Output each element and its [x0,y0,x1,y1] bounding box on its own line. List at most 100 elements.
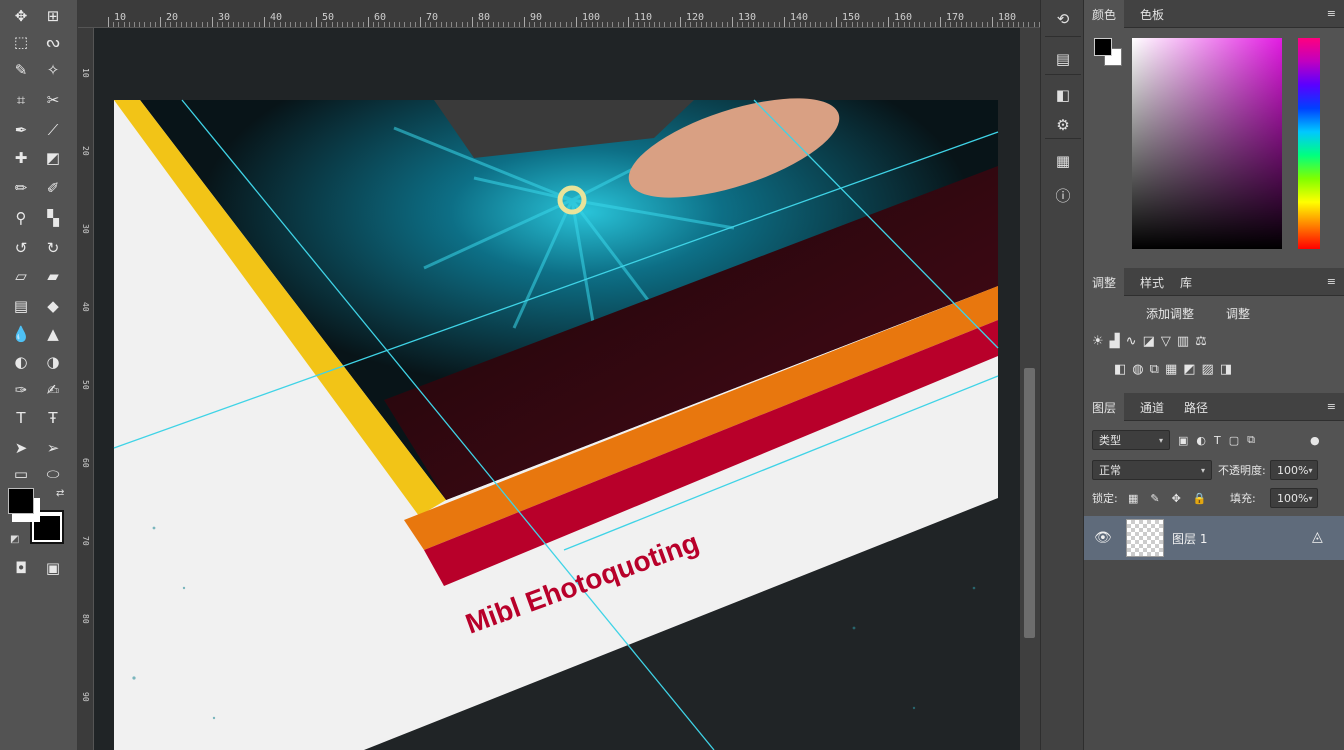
art-history-brush-tool-icon[interactable]: ↻ [38,236,68,260]
history-icon[interactable]: ⟲ [1043,4,1083,34]
filter-toggle-icon[interactable]: ● [1310,430,1320,450]
color-balance-icon[interactable]: ⚖ [1195,334,1207,349]
tab-libraries[interactable]: 库 [1172,268,1200,296]
filter-pixel-icon[interactable]: ▣ [1178,434,1188,447]
hue-slider[interactable] [1298,38,1320,249]
freeform-pen-tool-icon-glyph: ✍ [46,380,60,399]
marquee-tool-icon[interactable]: ⬚ [6,30,36,54]
pattern-stamp-tool-icon[interactable]: ▚ [38,206,68,230]
brush-tool-icon[interactable]: ✏ [6,176,36,200]
burn-tool-icon[interactable]: ◑ [38,350,68,374]
crop-tool-icon[interactable]: ⌗ [6,88,36,112]
layer-thumbnail[interactable] [1126,519,1164,557]
brush-preset-icon[interactable]: ⚙ [1043,110,1083,140]
tab-color[interactable]: 颜色 [1084,0,1125,28]
opacity-field[interactable]: 100% ▾ [1270,460,1318,480]
scrollbar-thumb[interactable] [1024,368,1035,638]
invert-icon[interactable]: ◩ [1183,362,1195,377]
hue-sat-icon[interactable]: ▥ [1177,334,1189,349]
fill-field[interactable]: 100% ▾ [1270,488,1318,508]
layer-name[interactable]: 图层 1 [1172,530,1207,547]
left-ruler[interactable]: 10 20 30 40 50 60 70 80 90 [78,28,94,750]
type-tool-icon[interactable]: T [6,406,36,430]
default-colors-icon[interactable]: ◩ [10,534,19,545]
direct-select-tool-icon[interactable]: ➢ [38,436,68,460]
document-canvas[interactable]: Mibl Ehotoquoting [94,28,1020,750]
blur-tool-icon[interactable]: 💧 [6,322,36,346]
vertical-type-tool-icon[interactable]: Ŧ [38,406,68,430]
quick-mask-icon[interactable]: ◘ [6,556,36,580]
vertical-scrollbar[interactable] [1020,28,1040,750]
eye-icon[interactable]: 👁 [1094,530,1112,546]
foreground-color-icon[interactable] [8,488,34,514]
panel-menu-icon[interactable]: ≡ [1327,7,1336,20]
swap-colors-icon[interactable]: ⇄ [56,488,64,499]
tab-styles[interactable]: 样式 [1132,268,1172,296]
path-select-tool-icon[interactable]: ➤ [6,436,36,460]
move-tool-icon[interactable]: ✥ [6,4,36,28]
pencil-tool-icon[interactable]: ✐ [38,176,68,200]
dodge-tool-icon[interactable]: ◐ [6,350,36,374]
foreground-color-swatch[interactable] [1094,38,1112,56]
filter-adjust-icon[interactable]: ◐ [1196,434,1206,447]
lock-all-icon[interactable]: 🔒 [1193,492,1207,505]
tab-paths[interactable]: 路径 [1176,393,1216,421]
history-brush-tool-icon[interactable]: ↺ [6,236,36,260]
ruler-tick-mark [721,22,723,27]
pen-tool-icon[interactable]: ✑ [6,378,36,402]
slice-tool-icon[interactable]: ✂ [38,88,68,112]
sharpen-tool-icon[interactable]: ▲ [38,322,68,346]
properties-icon[interactable]: ▦ [1043,146,1083,176]
gradient-tool-icon[interactable]: ▤ [6,294,36,318]
actions-icon[interactable]: ▤ [1043,44,1083,74]
healing-brush-tool-icon[interactable]: ✚ [6,146,36,170]
paint-bucket-tool-icon[interactable]: ◆ [38,294,68,318]
adjust-icon[interactable]: ◧ [1043,80,1083,110]
blend-mode-select[interactable]: 正常 ▾ [1092,460,1212,480]
foreground-background-colors[interactable]: ⇄ ◩ [8,488,68,550]
screen-mode-icon[interactable]: ▣ [38,556,68,580]
layer-filter-select[interactable]: 类型 ▾ [1092,430,1170,450]
threshold-icon[interactable]: ◨ [1220,362,1232,377]
clone-stamp-tool-icon[interactable]: ⚲ [6,206,36,230]
levels-icon[interactable]: ▟ [1110,334,1120,349]
channel-mixer-icon[interactable]: ⧉ [1150,362,1159,377]
rectangle-tool-icon[interactable]: ▭ [6,462,36,486]
tab-channels[interactable]: 通道 [1132,393,1172,421]
patch-tool-icon[interactable]: ◩ [38,146,68,170]
panel-menu-icon[interactable]: ≡ [1327,400,1336,413]
panel-menu-icon[interactable]: ≡ [1327,275,1336,288]
freeform-pen-tool-icon[interactable]: ✍ [38,378,68,402]
color-spectrum[interactable] [1132,38,1282,249]
color-lookup-icon[interactable]: ▦ [1165,362,1177,377]
tab-adjustments[interactable]: 调整 [1084,268,1125,296]
bw-icon[interactable]: ◧ [1114,362,1126,377]
filter-type-icon[interactable]: T [1214,434,1221,447]
curves-icon[interactable]: ∿ [1126,334,1137,349]
top-ruler[interactable]: 10 20 30 40 50 60 70 80 90 100 110 120 130 140 150 160 1… [78,0,1066,28]
photo-filter-icon[interactable]: ◍ [1132,362,1143,377]
tab-swatches[interactable]: 色板 [1132,0,1172,28]
tab-layers[interactable]: 图层 [1084,393,1125,421]
ellipse-tool-icon[interactable]: ⬭ [38,462,68,486]
lock-pixels-icon[interactable]: ✎ [1150,492,1159,505]
vibrance-icon[interactable]: ▽ [1161,334,1171,349]
eyedropper-tool-icon[interactable]: ✒ [6,118,36,142]
lock-position-icon[interactable]: ✥ [1172,492,1181,505]
lasso-tool-icon[interactable]: ᔓ [38,30,68,54]
eraser-tool-icon[interactable]: ▱ [6,264,36,288]
magic-wand-tool-icon[interactable]: ✧ [38,58,68,82]
lock-transparent-icon[interactable]: ▦ [1128,492,1138,505]
ruler-tick-mark [877,22,879,27]
posterize-icon[interactable]: ▨ [1202,362,1214,377]
bg-eraser-tool-icon[interactable]: ▰ [38,264,68,288]
info-icon[interactable]: ⓘ [1043,180,1083,210]
ruler-tool-icon[interactable]: ⟋ [38,118,68,142]
exposure-icon[interactable]: ◪ [1143,334,1155,349]
filter-smart-icon[interactable]: ⧉ [1247,433,1255,447]
filter-shape-icon[interactable]: ▢ [1229,434,1239,447]
artboard-tool-icon[interactable]: ⊞ [38,4,68,28]
quick-select-tool-icon[interactable]: ✎ [6,58,36,82]
layer-row[interactable]: 👁 图层 1 ◬ [1084,516,1344,560]
brightness-icon[interactable]: ☀ [1092,334,1104,349]
